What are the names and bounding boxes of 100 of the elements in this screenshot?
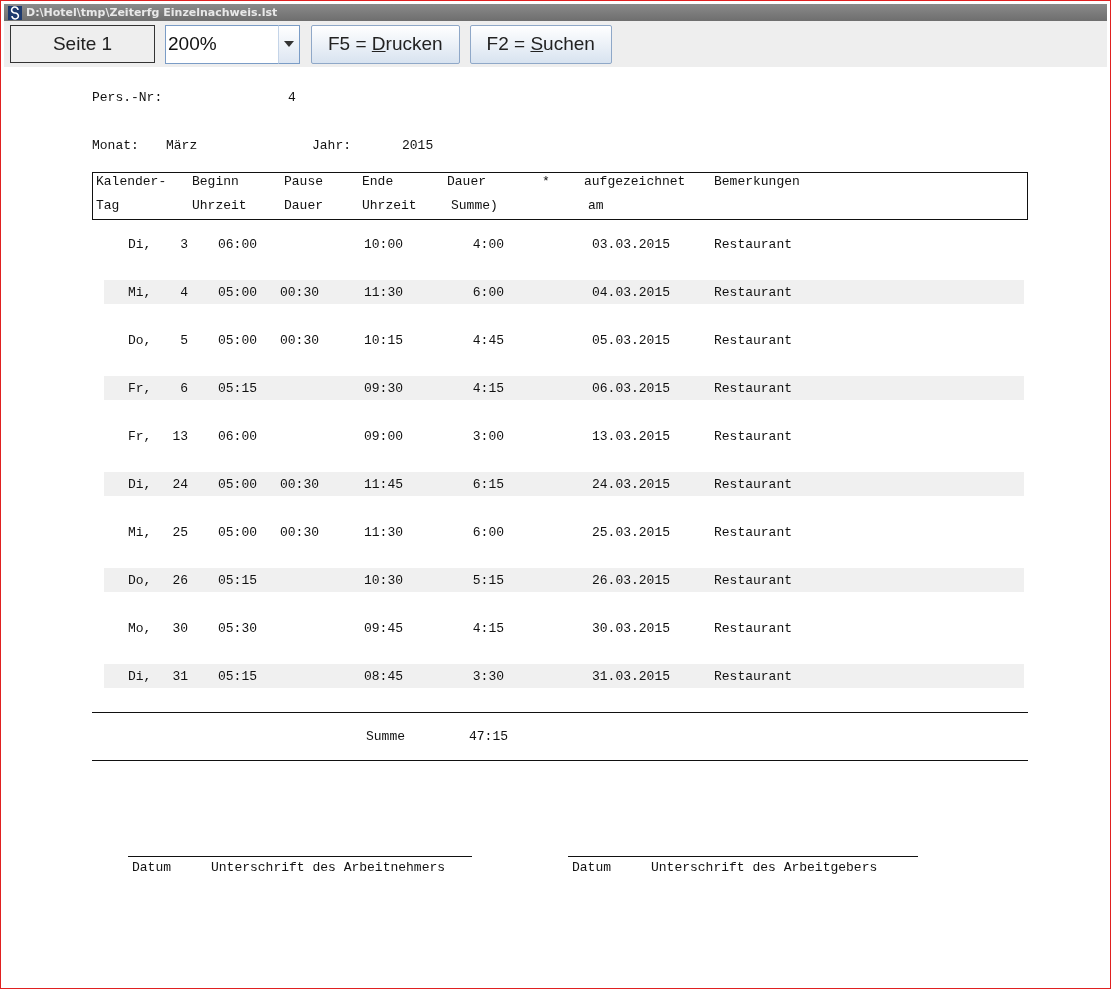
table-cell-text: 4	[179, 284, 188, 300]
field-value: März	[166, 137, 199, 153]
table-cell-text: 06:00	[217, 428, 258, 444]
table-cell-text: Di,	[128, 476, 153, 492]
table-cell-text: Restaurant	[714, 668, 793, 684]
field-label: Jahr:	[312, 137, 352, 153]
column-header: Uhrzeit	[362, 198, 418, 215]
table-cell-text: 6	[179, 380, 188, 396]
zoom-field[interactable]: 200%	[165, 24, 278, 64]
table-cell-text: Restaurant	[714, 284, 793, 300]
field-label: Monat:	[92, 137, 140, 153]
table-cell-text: 10:00	[364, 236, 404, 252]
table-cell-text: 30.03.2015	[592, 620, 671, 636]
table-cell-text: Di,	[128, 236, 153, 252]
field-value: 2015	[402, 137, 434, 153]
table-cell-text: 5:15	[471, 572, 504, 588]
page-button[interactable]: Seite 1	[10, 25, 155, 63]
table-cell-text: 06:00	[217, 236, 258, 252]
table-cell-text: 05:15	[217, 572, 258, 588]
table-cell-text: 11:30	[364, 524, 404, 540]
table-cell-text: 4:00	[471, 236, 504, 252]
table-cell-text: 13.03.2015	[592, 428, 671, 444]
table-cell-text: 09:45	[364, 620, 404, 636]
column-header: Beginn	[192, 174, 240, 191]
table-cell-text: 11:45	[364, 476, 404, 492]
table-cell-text: 26	[171, 572, 188, 588]
table-cell-text: 05:00	[217, 476, 258, 492]
table-cell-text: Restaurant	[714, 380, 793, 396]
column-header: Bemerkungen	[714, 174, 801, 191]
table-cell-text: 00:30	[280, 476, 320, 492]
table-cell-text: Restaurant	[714, 620, 793, 636]
table-cell-text: Do,	[128, 332, 153, 348]
column-header: Ende	[362, 174, 395, 191]
table-cell-text: 03.03.2015	[592, 236, 671, 252]
signature-date-label: Datum	[132, 860, 171, 875]
search-button[interactable]: F2 = Suchen	[469, 24, 612, 64]
column-header: Summe)	[450, 198, 499, 215]
column-header: Uhrzeit	[192, 198, 248, 215]
table-cell-text: 25	[171, 524, 188, 540]
table-cell-text: Mi,	[128, 284, 153, 300]
table-cell-text: 26.03.2015	[592, 572, 671, 588]
table-cell-text: 11:30	[364, 284, 404, 300]
table-cell-text: 6:00	[471, 524, 504, 540]
table-cell-text: Restaurant	[714, 524, 793, 540]
table-cell-text: 00:30	[280, 524, 320, 540]
table-cell-text: 09:30	[364, 380, 404, 396]
print-button[interactable]: F5 = Drucken	[311, 24, 460, 64]
signature-caption: Unterschrift des Arbeitgebers	[651, 860, 878, 875]
column-header: aufgezeichnet	[584, 174, 687, 191]
dropdown-button[interactable]	[278, 24, 300, 64]
column-header: Dauer	[447, 174, 487, 191]
table-cell-text: 06.03.2015	[592, 380, 671, 396]
table-cell-text: 05:15	[217, 668, 258, 684]
table-cell-text: Restaurant	[714, 476, 793, 492]
column-header: Pause	[284, 174, 324, 191]
table-cell-text: 05:15	[217, 380, 258, 396]
app-logo-icon	[8, 5, 22, 20]
table-cell-text: 13	[171, 428, 188, 444]
table-cell-text: 3	[179, 236, 188, 252]
table-cell-text: 5	[179, 332, 188, 348]
column-header: am	[587, 198, 605, 215]
table-cell-text: 4:45	[471, 332, 504, 348]
table-cell-text: 09:00	[364, 428, 404, 444]
column-header: Tag	[96, 198, 121, 215]
column-header: *	[542, 174, 551, 191]
table-cell-text: Fr,	[128, 380, 153, 396]
table-cell-text: 04.03.2015	[592, 284, 671, 300]
table-cell-text: Restaurant	[714, 332, 793, 348]
table-cell-text: 6:00	[471, 284, 504, 300]
total-value: 47:15	[469, 729, 508, 744]
table-cell-text: 05:00	[217, 332, 258, 348]
table-cell-text: 05:00	[217, 284, 258, 300]
table-cell-text: 08:45	[364, 668, 404, 684]
window-title: D:\Hotel\tmp\Zeiterfg Einzelnachweis.lst	[26, 6, 278, 19]
signature-caption: Unterschrift des Arbeitnehmers	[211, 860, 446, 875]
table-cell-text: Mi,	[128, 524, 153, 540]
table-cell-text: Restaurant	[714, 428, 793, 444]
table-cell-text: 31.03.2015	[592, 668, 671, 684]
table-cell-text: Fr,	[128, 428, 153, 444]
signature-date-label: Datum	[572, 860, 611, 875]
table-cell-text: 25.03.2015	[592, 524, 671, 540]
table-cell-text: 30	[171, 620, 188, 636]
table-cell-text: 00:30	[280, 284, 320, 300]
column-header: Kalender-	[96, 174, 168, 191]
field-value: 4	[288, 89, 296, 105]
field-label: Pers.-Nr:	[92, 89, 164, 105]
table-cell-text: Do,	[128, 572, 153, 588]
table-cell-text: Di,	[128, 668, 153, 684]
table-cell-text: 4:15	[471, 380, 504, 396]
table-cell-text: 3:00	[471, 428, 504, 444]
table-cell-text: Mo,	[128, 620, 153, 636]
table-cell-text: Restaurant	[714, 572, 793, 588]
table-cell-text: 10:15	[364, 332, 404, 348]
caret-icon	[284, 41, 294, 47]
table-cell-text: 05:30	[217, 620, 258, 636]
total-label: Summe	[366, 729, 406, 744]
table-cell-text: 24.03.2015	[592, 476, 671, 492]
table-cell-text: 05:00	[217, 524, 258, 540]
table-cell-text: Restaurant	[714, 236, 793, 252]
table-cell-text: 10:30	[364, 572, 404, 588]
